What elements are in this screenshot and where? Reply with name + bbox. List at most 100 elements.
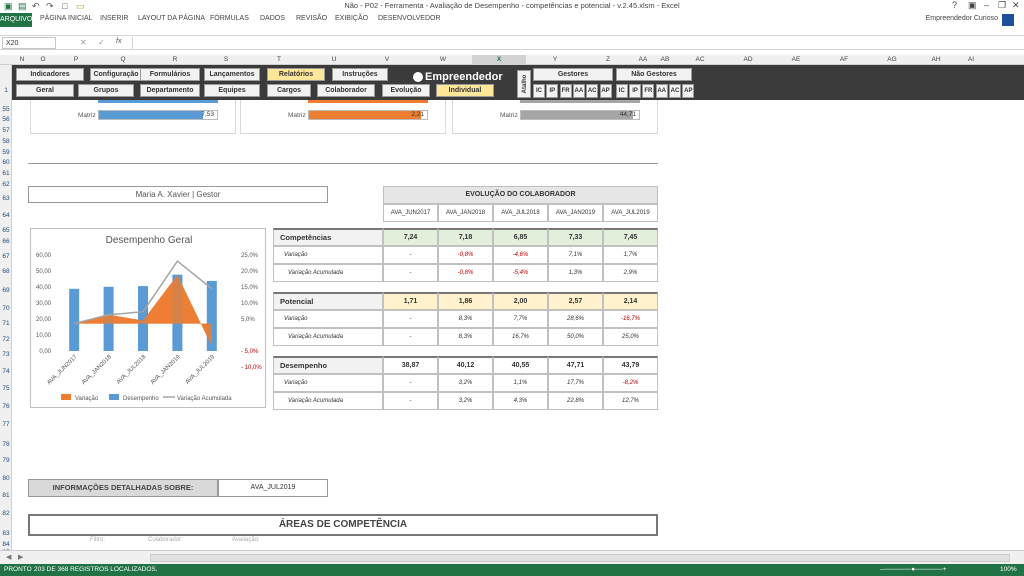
row-header[interactable]: 75 xyxy=(0,385,12,392)
row-header[interactable]: 78 xyxy=(0,441,12,448)
nav-lancamentos[interactable]: Lançamentos xyxy=(204,68,260,81)
nav-colaborador[interactable]: Colaborador xyxy=(317,84,375,97)
row-header[interactable]: 61 xyxy=(0,170,12,177)
nav-geral[interactable]: Geral xyxy=(16,84,74,97)
cancel-icon[interactable]: ✕ xyxy=(80,38,87,47)
tab-exibicao[interactable]: EXIBIÇÃO xyxy=(335,15,368,22)
avatar[interactable] xyxy=(1002,14,1014,26)
tab-arquivo[interactable]: ARQUIVO xyxy=(0,13,32,27)
row-header[interactable]: 65 xyxy=(0,227,12,234)
tab-revisao[interactable]: REVISÃO xyxy=(296,15,327,22)
nav-small-fr[interactable]: FR xyxy=(559,84,572,98)
help-icon[interactable]: ? xyxy=(952,0,957,10)
row-header[interactable]: 83 xyxy=(0,530,12,537)
column-header[interactable]: S xyxy=(202,55,250,65)
row-header[interactable]: 66 xyxy=(0,238,12,245)
column-header[interactable]: AF xyxy=(820,55,868,65)
row-header[interactable]: 57 xyxy=(0,127,12,134)
column-header[interactable]: AD xyxy=(724,55,772,65)
column-header[interactable]: Z xyxy=(584,55,632,65)
nav-instrucoes[interactable]: Instruções xyxy=(332,68,388,81)
row-header[interactable]: 77 xyxy=(0,421,12,428)
nav-small-fr[interactable]: FR xyxy=(642,84,655,98)
column-header[interactable]: AH xyxy=(916,55,956,65)
row-header[interactable]: 58 xyxy=(0,138,12,145)
row-header[interactable]: 72 xyxy=(0,336,12,343)
next-sheet-icon[interactable]: ▶ xyxy=(18,553,23,561)
row-header[interactable]: 76 xyxy=(0,403,12,410)
row-header[interactable]: 64 xyxy=(0,212,12,219)
row-header[interactable]: 69 xyxy=(0,287,12,294)
row-header[interactable]: 63 xyxy=(0,195,12,202)
nav-indicadores[interactable]: Indicadores xyxy=(16,68,84,81)
atalho-button[interactable]: Atalho xyxy=(517,70,531,98)
row-header[interactable]: 84 xyxy=(0,541,12,548)
horizontal-scrollbar[interactable] xyxy=(150,554,1010,562)
nav-gestores[interactable]: Gestores xyxy=(533,68,613,81)
minimize-icon[interactable]: – xyxy=(984,0,989,10)
tab-formulas[interactable]: FÓRMULAS xyxy=(210,15,249,22)
nav-small-ap[interactable]: AP xyxy=(682,84,695,98)
nav-small-aa[interactable]: AA xyxy=(572,84,585,98)
restore-icon[interactable]: ❐ xyxy=(998,0,1006,11)
row-header[interactable]: 67 xyxy=(0,253,12,260)
row-header[interactable]: 62 xyxy=(0,181,12,188)
row-header[interactable]: 68 xyxy=(0,268,12,275)
row-header[interactable]: 60 xyxy=(0,159,12,166)
nav-small-ip[interactable]: IP xyxy=(546,84,559,98)
tab-pagina-inicial[interactable]: PÁGINA INICIAL xyxy=(40,15,93,22)
row-header[interactable]: 56 xyxy=(0,116,12,123)
row-header[interactable]: 79 xyxy=(0,457,12,464)
zoom-slider[interactable]: –──────●──────+ xyxy=(880,564,947,576)
column-header[interactable]: O xyxy=(32,55,54,65)
info-value[interactable]: AVA_JUL2019 xyxy=(218,479,328,497)
nav-relatorios[interactable]: Relatórios xyxy=(267,68,325,81)
column-header[interactable]: R xyxy=(148,55,202,65)
ribbon-options-icon[interactable]: ▣ xyxy=(968,0,977,11)
enter-icon[interactable]: ✓ xyxy=(98,38,105,47)
nav-small-ap[interactable]: AP xyxy=(599,84,612,98)
user-name[interactable]: Empreendedor Curioso xyxy=(926,15,998,22)
column-header[interactable]: AB xyxy=(654,55,676,65)
tab-layout[interactable]: LAYOUT DA PÁGINA xyxy=(138,15,205,22)
column-header[interactable]: AA xyxy=(632,55,654,65)
column-header[interactable]: AC xyxy=(676,55,724,65)
nav-evolucao[interactable]: Evolução xyxy=(382,84,430,97)
function-icon[interactable]: fx xyxy=(116,38,121,45)
column-header[interactable]: W xyxy=(414,55,472,65)
column-header[interactable]: V xyxy=(360,55,414,65)
nav-small-ic[interactable]: IC xyxy=(533,84,545,98)
column-header[interactable]: T xyxy=(250,55,308,65)
row-header[interactable]: 81 xyxy=(0,492,12,499)
nav-small-ic[interactable]: IC xyxy=(615,84,628,98)
nav-cargos[interactable]: Cargos xyxy=(267,84,311,97)
column-header[interactable]: X xyxy=(472,55,526,65)
column-header[interactable]: AG xyxy=(868,55,916,65)
row-header[interactable]: 80 xyxy=(0,475,12,482)
tab-inserir[interactable]: INSERIR xyxy=(100,15,128,22)
nav-departamento[interactable]: Departamento xyxy=(140,84,200,97)
nav-nao-gestores[interactable]: Não Gestores xyxy=(616,68,692,81)
formula-input[interactable] xyxy=(132,37,1020,49)
row-header[interactable]: 1 xyxy=(0,87,12,94)
nav-small-ac[interactable]: AC xyxy=(669,84,681,98)
row-header[interactable]: 70 xyxy=(0,305,12,312)
tab-dados[interactable]: DADOS xyxy=(260,15,285,22)
nav-formularios[interactable]: Formulários xyxy=(140,68,200,81)
nav-small-ac[interactable]: AC xyxy=(586,84,599,98)
column-header[interactable]: U xyxy=(308,55,360,65)
row-header[interactable]: 74 xyxy=(0,368,12,375)
column-header[interactable]: AI xyxy=(956,55,986,65)
nav-small-ip[interactable]: IP xyxy=(629,84,642,98)
nav-small-aa[interactable]: AA xyxy=(655,84,668,98)
row-header[interactable]: 55 xyxy=(0,106,12,113)
nav-individual[interactable]: Individual xyxy=(436,84,494,97)
row-header[interactable]: 82 xyxy=(0,510,12,517)
column-header[interactable]: Y xyxy=(526,55,584,65)
row-header[interactable]: 71 xyxy=(0,320,12,327)
column-header[interactable]: Q xyxy=(98,55,148,65)
column-header[interactable]: N xyxy=(12,55,32,65)
column-header[interactable]: AE xyxy=(772,55,820,65)
tab-desenvolvedor[interactable]: DESENVOLVEDOR xyxy=(378,15,441,22)
name-box[interactable]: X20 xyxy=(2,37,56,49)
